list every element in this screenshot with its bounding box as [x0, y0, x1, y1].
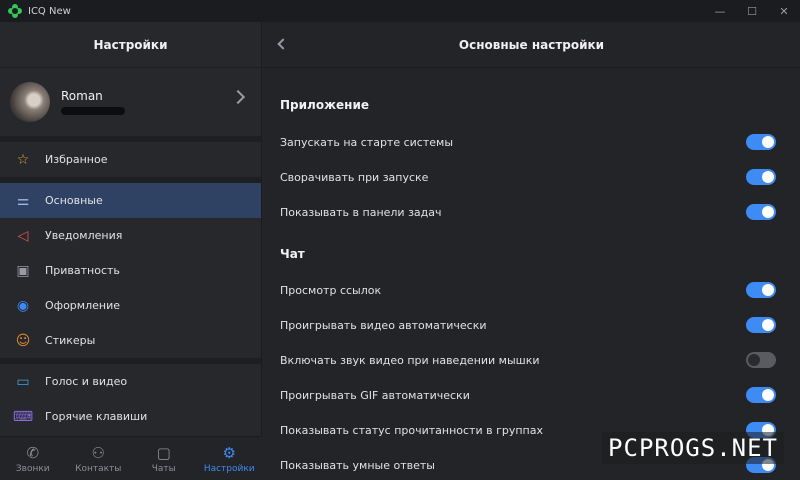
chat-icon: ▢ — [156, 443, 171, 462]
sidebar-item-label: Горячие клавиши — [45, 410, 148, 423]
sidebar-item-label: Голос и видео — [45, 375, 128, 388]
setting-row: Включать звук видео при наведении мышки — [280, 350, 790, 370]
toggle-switch[interactable] — [746, 282, 776, 298]
avatar — [10, 82, 50, 122]
watermark: PCPROGS.NET — [602, 432, 784, 464]
keyboard-icon: ⌨ — [12, 408, 34, 425]
profile-card[interactable]: Roman — [0, 68, 261, 136]
toggle-switch[interactable] — [746, 134, 776, 150]
window-controls: — ☐ ✕ — [704, 0, 800, 22]
tab-label: Чаты — [151, 463, 176, 474]
speaker-icon: ◁ — [17, 227, 29, 244]
bottom-tab-bar: ✆ Звонки ⚇ Контакты ▢ Чаты ⚙ Настройки — [0, 436, 262, 480]
tab-calls[interactable]: ✆ Звонки — [0, 437, 66, 480]
sidebar-item-favorites[interactable]: ☆ Избранное — [0, 142, 261, 177]
main-header: Основные настройки — [263, 22, 800, 68]
setting-label: Проигрывать GIF автоматически — [280, 388, 470, 402]
sidebar-item-label: Основные — [45, 194, 103, 207]
back-chevron-icon[interactable] — [277, 38, 289, 50]
setting-label: Включать звук видео при наведении мышки — [280, 353, 540, 367]
app-window: ICQ New — ☐ ✕ Настройки Roman ☆ Избранно… — [0, 0, 800, 480]
section-title: Приложение — [280, 98, 369, 112]
profile-name: Roman — [61, 89, 103, 103]
sidebar-item-label: Стикеры — [45, 334, 96, 347]
sidebar-item-notifications[interactable]: ◁ Уведомления — [0, 218, 261, 253]
tab-chats[interactable]: ▢ Чаты — [131, 437, 197, 480]
profile-redacted-id — [61, 107, 125, 115]
sidebar-item-general[interactable]: ⚌ Основные — [0, 183, 261, 218]
sidebar-item-privacy[interactable]: ▣ Приватность — [0, 253, 261, 288]
setting-row: Проигрывать видео автоматически — [280, 315, 790, 335]
toggle-switch[interactable] — [746, 352, 776, 368]
sidebar-item-label: Приватность — [45, 264, 120, 277]
tab-label: Настройки — [203, 463, 255, 474]
close-button[interactable]: ✕ — [768, 0, 800, 22]
tab-label: Контакты — [75, 463, 122, 474]
tab-contacts[interactable]: ⚇ Контакты — [66, 437, 132, 480]
page-title: Основные настройки — [458, 37, 605, 52]
main-panel: Основные настройки Приложение Запускать … — [263, 22, 800, 480]
setting-row: Запускать на старте системы — [280, 132, 790, 152]
sidebar-item-appearance[interactable]: ◉ Оформление — [0, 288, 261, 323]
setting-row: Проигрывать GIF автоматически — [280, 385, 790, 405]
icq-logo-icon — [8, 4, 22, 18]
sidebar-item-label: Уведомления — [45, 229, 123, 242]
contacts-icon: ⚇ — [91, 443, 105, 462]
sidebar-item-label: Избранное — [45, 153, 108, 166]
title-bar: ICQ New — ☐ ✕ — [0, 0, 800, 22]
video-icon: ▭ — [16, 373, 30, 390]
setting-label: Просмотр ссылок — [280, 283, 382, 297]
setting-label: Показывать статус прочитанности в группа… — [280, 423, 543, 437]
phone-icon: ✆ — [26, 443, 40, 462]
palette-icon: ◉ — [16, 297, 30, 314]
tab-settings[interactable]: ⚙ Настройки — [197, 437, 263, 480]
setting-label: Запускать на старте системы — [280, 135, 453, 149]
minimize-button[interactable]: — — [704, 0, 736, 22]
setting-label: Показывать в панели задач — [280, 205, 442, 219]
chevron-right-icon — [230, 89, 246, 105]
setting-row: Сворачивать при запуске — [280, 167, 790, 187]
setting-label: Проигрывать видео автоматически — [280, 318, 487, 332]
sidebar-item-voice-video[interactable]: ▭ Голос и видео — [0, 364, 261, 399]
toggle-switch[interactable] — [746, 317, 776, 333]
section-title: Чат — [280, 247, 305, 261]
setting-row: Показывать в панели задач — [280, 202, 790, 222]
toggle-switch[interactable] — [746, 387, 776, 403]
toggle-switch[interactable] — [746, 169, 776, 185]
setting-label: Показывать умные ответы — [280, 458, 435, 472]
star-icon: ☆ — [16, 151, 30, 168]
smile-icon: ☺ — [15, 332, 31, 349]
sidebar-item-stickers[interactable]: ☺ Стикеры — [0, 323, 261, 358]
sidebar-item-label: Оформление — [45, 299, 120, 312]
window-title: ICQ New — [28, 5, 71, 17]
sidebar-title: Настройки — [0, 22, 261, 68]
sliders-icon: ⚌ — [16, 192, 30, 209]
lock-icon: ▣ — [16, 262, 30, 279]
settings-sidebar: Настройки Roman ☆ Избранное ⚌ Основные ◁… — [0, 22, 262, 480]
maximize-button[interactable]: ☐ — [736, 0, 768, 22]
sidebar-item-hotkeys[interactable]: ⌨ Горячие клавиши — [0, 399, 261, 434]
tab-label: Звонки — [15, 463, 50, 474]
toggle-switch[interactable] — [746, 204, 776, 220]
setting-row: Просмотр ссылок — [280, 280, 790, 300]
gear-icon: ⚙ — [222, 443, 236, 462]
setting-label: Сворачивать при запуске — [280, 170, 429, 184]
